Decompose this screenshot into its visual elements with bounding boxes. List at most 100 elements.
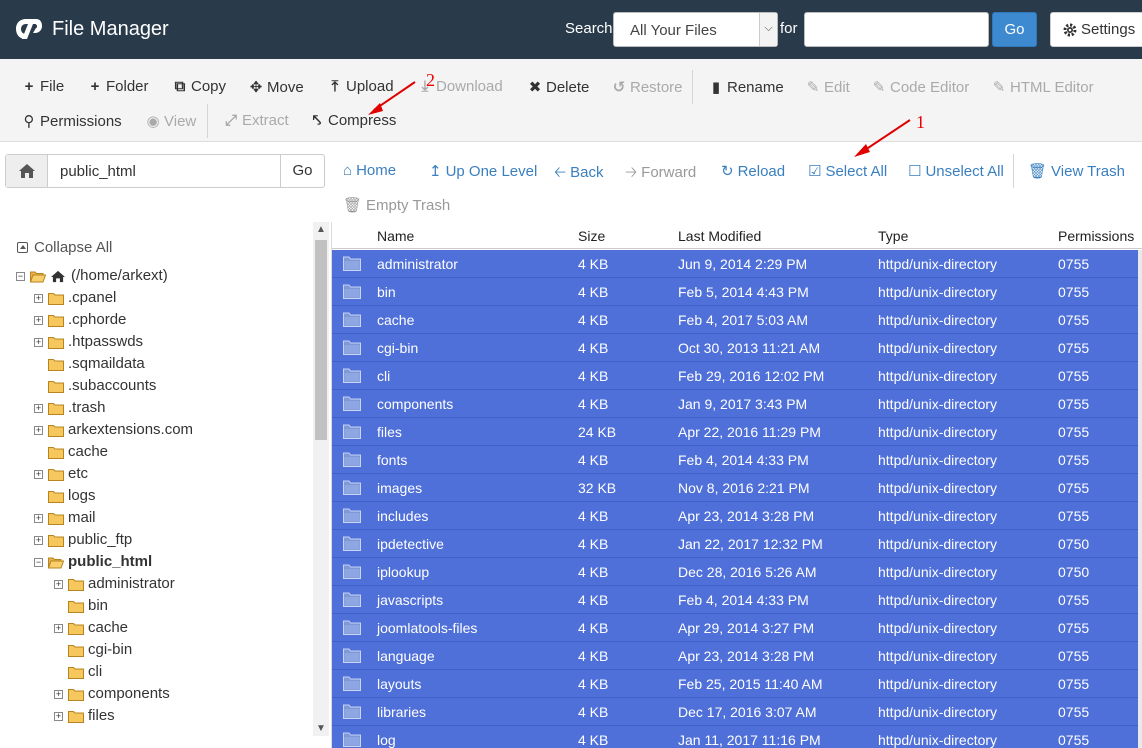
expand-toggle-icon[interactable]: + — [54, 712, 63, 721]
table-row[interactable]: files 24 KB Apr 22, 2016 11:29 PM httpd/uni… — [332, 418, 1140, 446]
table-row[interactable]: bin 4 KB Feb 5, 2014 4:43 PM httpd/unix-dir… — [332, 278, 1140, 306]
file-size: 4 KB — [578, 508, 609, 524]
table-row[interactable]: layouts 4 KB Feb 25, 2015 11:40 AM httpd/un… — [332, 670, 1140, 698]
table-row[interactable]: cgi-bin 4 KB Oct 30, 2013 11:21 AM httpd/un… — [332, 334, 1140, 362]
empty-trash-label: Empty Trash — [366, 197, 451, 214]
nav-forward-label: Forward — [641, 164, 697, 181]
collapse-toggle-icon[interactable]: − — [34, 558, 43, 567]
file-list-scrollbar[interactable] — [1138, 250, 1142, 748]
expand-toggle-icon[interactable]: + — [34, 294, 43, 303]
search-input[interactable] — [804, 12, 989, 47]
nav-divider — [1013, 154, 1014, 188]
nav-back-button[interactable]: 🡠 Back — [554, 162, 604, 187]
table-row[interactable]: administrator 4 KB Jun 9, 2014 2:29 PM http… — [332, 250, 1140, 278]
copy-button[interactable]: ⧉ Copy — [173, 78, 226, 95]
edit-button[interactable]: ✎ Edit — [806, 78, 850, 96]
table-row[interactable]: ipdetective 4 KB Jan 22, 2017 12:32 PM http… — [332, 530, 1140, 558]
view-trash-button[interactable]: 🗑 View Trash — [1028, 162, 1125, 180]
column-header-name[interactable]: Name — [377, 228, 414, 244]
restore-button[interactable]: ↺ Restore — [612, 78, 683, 96]
table-row[interactable]: language 4 KB Apr 23, 2014 3:28 PM httpd/un… — [332, 642, 1140, 670]
extract-button[interactable]: ⤢ Extract — [224, 112, 289, 129]
expand-toggle-icon[interactable]: + — [34, 514, 43, 523]
tree-scrollbar[interactable]: ▲ ▼ — [313, 222, 329, 736]
file-size: 4 KB — [578, 592, 609, 608]
file-modified: Feb 25, 2015 11:40 AM — [678, 676, 823, 692]
arrow-left-icon: 🡠 — [554, 164, 567, 181]
column-header-permissions[interactable]: Permissions — [1058, 228, 1134, 244]
file-modified: Feb 4, 2014 4:33 PM — [678, 592, 809, 608]
table-row[interactable]: libraries 4 KB Dec 17, 2016 3:07 AM httpd/u… — [332, 698, 1140, 726]
table-row[interactable]: fonts 4 KB Feb 4, 2014 4:33 PM httpd/unix-d… — [332, 446, 1140, 474]
permissions-button[interactable]: ⚲ Permissions — [22, 112, 122, 130]
table-row[interactable]: joomlatools-files 4 KB Apr 29, 2014 3:27 P… — [332, 614, 1140, 642]
collapse-all-button[interactable]: Collapse All — [17, 239, 112, 256]
move-button[interactable]: ✥ Move — [249, 78, 304, 96]
search-go-button[interactable]: Go — [992, 12, 1037, 47]
nav-forward-button[interactable]: 🡢 Forward — [625, 162, 696, 187]
expand-toggle-icon[interactable]: + — [54, 624, 63, 633]
table-row[interactable]: components 4 KB Jan 9, 2017 3:43 PM httpd/u… — [332, 390, 1140, 418]
file-permissions: 0755 — [1058, 648, 1090, 664]
unselect-all-button[interactable]: ☐ Unselect All — [908, 162, 1004, 180]
html-editor-button[interactable]: ✎ HTML Editor — [992, 78, 1094, 96]
expand-toggle-icon[interactable]: + — [34, 316, 43, 325]
scroll-thumb[interactable] — [315, 240, 327, 440]
table-row[interactable]: images 32 KB Nov 8, 2016 2:21 PM httpd/unix… — [332, 474, 1140, 502]
file-name: log — [377, 732, 396, 748]
rename-button[interactable]: ▮ Rename — [709, 78, 784, 96]
delete-button[interactable]: ✖ Delete — [528, 78, 590, 96]
table-row[interactable]: javascripts 4 KB Feb 4, 2014 4:33 PM httpd/… — [332, 586, 1140, 614]
expand-toggle-icon[interactable]: + — [54, 690, 63, 699]
expand-toggle-icon[interactable]: + — [34, 338, 43, 347]
expand-toggle-icon[interactable]: + — [34, 426, 43, 435]
file-permissions: 0755 — [1058, 424, 1090, 440]
table-row[interactable]: cli 4 KB Feb 29, 2016 12:02 PM httpd/unix-d… — [332, 362, 1140, 390]
expand-toggle-icon[interactable]: + — [34, 536, 43, 545]
home-directory-button[interactable] — [6, 155, 48, 187]
settings-button[interactable]: Settings — [1050, 12, 1142, 47]
table-row[interactable]: log 4 KB Jan 11, 2017 11:16 PM httpd/unix-d… — [332, 726, 1140, 748]
search-scope-value: All Your Files — [630, 22, 717, 39]
folder-open-icon — [48, 557, 64, 569]
edit-label: Edit — [824, 79, 850, 96]
nav-reload-button[interactable]: ↻ Reload — [721, 162, 785, 180]
file-size: 4 KB — [578, 564, 609, 580]
folder-icon — [68, 689, 84, 701]
path-input[interactable]: public_html — [60, 163, 136, 180]
nav-back-label: Back — [570, 164, 604, 181]
expand-toggle-icon[interactable]: + — [34, 470, 43, 479]
table-row[interactable]: cache 4 KB Feb 4, 2017 5:03 AM httpd/unix-d… — [332, 306, 1140, 334]
search-scope-select[interactable]: All Your Files ⌵ — [613, 12, 778, 47]
nav-up-one-level-button[interactable]: ↥ Up One Level — [429, 162, 537, 180]
select-all-button[interactable]: ☑ Select All — [808, 162, 887, 180]
expand-toggle-icon[interactable]: + — [34, 404, 43, 413]
nav-home-button[interactable]: ⌂ Home — [343, 162, 396, 179]
code-editor-button[interactable]: ✎ Code Editor — [872, 78, 970, 96]
new-folder-button[interactable]: + Folder — [88, 78, 149, 95]
path-go-button[interactable]: Go — [280, 155, 324, 187]
file-size: 4 KB — [578, 676, 609, 692]
column-header-size[interactable]: Size — [578, 228, 605, 244]
column-header-type[interactable]: Type — [878, 228, 908, 244]
new-file-button[interactable]: + File — [22, 78, 65, 95]
tree-item-label: public_ftp — [68, 531, 133, 548]
tree-item-label: .cphorde — [68, 311, 127, 328]
file-modified: Apr 29, 2014 3:27 PM — [678, 620, 815, 636]
file-permissions: 0755 — [1058, 340, 1090, 356]
empty-trash-button[interactable]: 🗑 Empty Trash — [343, 196, 450, 214]
restore-label: Restore — [630, 79, 683, 96]
file-name: cgi-bin — [377, 340, 419, 356]
table-row[interactable]: iplookup 4 KB Dec 28, 2016 5:26 AM httpd/un… — [332, 558, 1140, 586]
cpanel-logo-icon[interactable] — [12, 15, 44, 43]
tree-item-label: arkextensions.com — [68, 421, 194, 438]
view-button[interactable]: ◉ View — [146, 112, 196, 130]
column-header-last-modified[interactable]: Last Modified — [678, 228, 761, 244]
expand-toggle-icon[interactable]: + — [54, 580, 63, 589]
code-editor-label: Code Editor — [890, 79, 970, 96]
collapse-toggle-icon[interactable]: − — [16, 272, 25, 281]
select-all-label: Select All — [825, 163, 888, 180]
folder-icon — [343, 620, 361, 635]
table-row[interactable]: includes 4 KB Apr 23, 2014 3:28 PM httpd/un… — [332, 502, 1140, 530]
file-modified: Oct 30, 2013 11:21 AM — [678, 340, 821, 356]
